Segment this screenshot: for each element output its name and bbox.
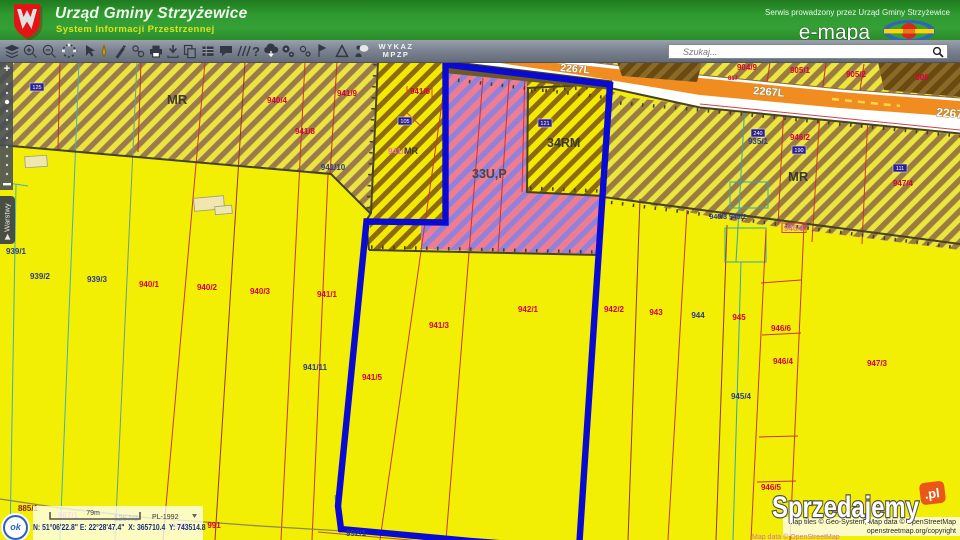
svg-text:947/3: 947/3 [867,359,888,368]
svg-text:Sprzedajemy: Sprzedajemy [772,491,919,523]
svg-text:?: ? [252,44,260,59]
svg-text:905/1: 905/1 [790,66,811,75]
svg-text:944: 944 [691,311,705,320]
svg-text:939/3: 939/3 [87,275,108,284]
svg-text:940/2: 940/2 [197,283,218,292]
svg-text:941/3: 941/3 [429,321,450,330]
svg-text:941/6: 941/6 [410,87,431,96]
svg-text:105: 105 [400,119,409,125]
svg-text:941/1: 941/1 [317,290,338,299]
svg-text:905/2: 905/2 [846,70,867,79]
svg-text:945: 945 [732,313,746,322]
svg-text:121: 121 [540,121,549,127]
svg-text:904/9: 904/9 [737,63,758,72]
svg-text:817: 817 [728,76,739,82]
svg-text:190: 190 [794,148,803,154]
svg-text:947/4: 947/4 [893,179,914,188]
svg-text:MR: MR [167,92,188,107]
svg-text:946/2: 946/2 [790,133,811,142]
svg-text:.pl: .pl [924,485,941,502]
svg-text:945/3 945/2: 945/3 945/2 [710,214,747,221]
svg-text:940/1: 940/1 [139,280,160,289]
svg-text:PL-1992: PL-1992 [152,514,179,521]
svg-text:111: 111 [896,166,904,172]
svg-text:945/4: 945/4 [731,392,752,401]
svg-text:MR: MR [788,169,809,184]
svg-text:943: 943 [649,308,663,317]
svg-text:940/3: 940/3 [250,287,271,296]
svg-text:946/3: 946/3 [784,224,805,233]
svg-text:946/6: 946/6 [771,324,792,333]
svg-text:941/8: 941/8 [295,127,316,136]
svg-text:941/10: 941/10 [321,163,346,172]
svg-text:941/9: 941/9 [337,89,358,98]
svg-text:941/11: 941/11 [303,363,328,372]
svg-text:+: + [4,63,10,75]
svg-text:33U,P: 33U,P [472,167,507,181]
svg-text:939/2: 939/2 [30,272,51,281]
svg-text:34RM: 34RM [547,136,580,150]
svg-text:941/5: 941/5 [362,373,383,382]
svg-text:940/4: 940/4 [267,96,288,105]
svg-text:906: 906 [915,73,929,82]
svg-text:MR: MR [404,146,418,156]
svg-text:79m: 79m [86,510,100,517]
svg-text:942/2: 942/2 [604,305,625,314]
svg-text:992/1: 992/1 [346,529,367,538]
svg-text:125: 125 [32,85,41,91]
svg-text:240: 240 [753,131,762,137]
svg-text:935/1: 935/1 [748,137,769,146]
svg-text:942/1: 942/1 [518,305,539,314]
svg-text:946/4: 946/4 [773,357,794,366]
